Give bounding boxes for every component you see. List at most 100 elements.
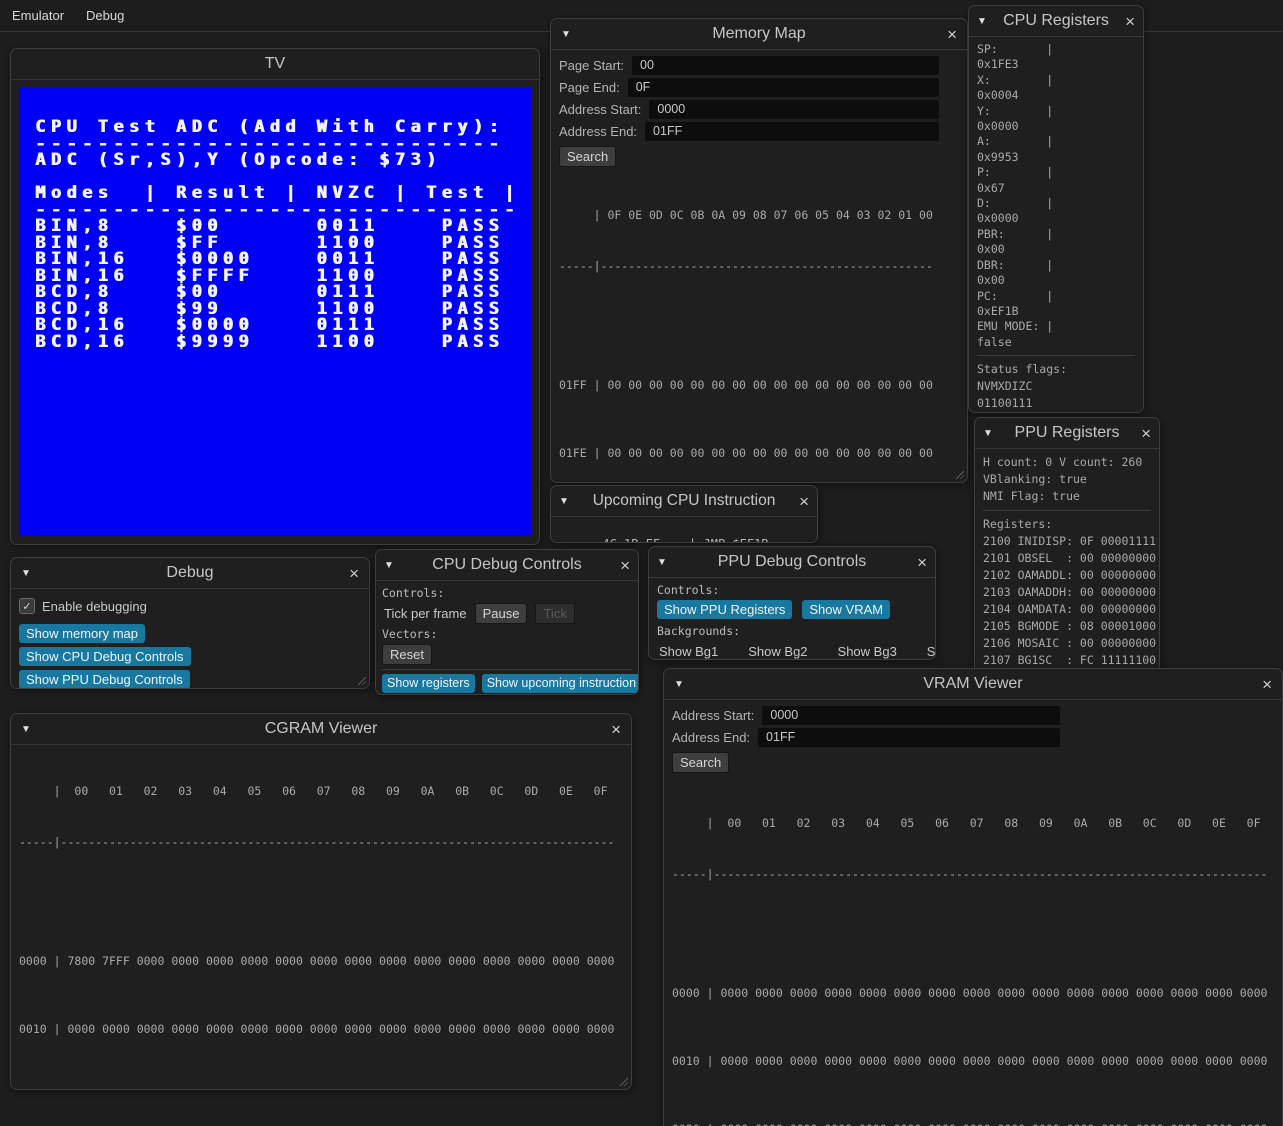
address-input[interactable]: 0000 bbox=[762, 706, 1060, 725]
window-title: VRAM Viewer bbox=[664, 675, 1282, 693]
memory-map-titlebar: ▼ Memory Map × bbox=[551, 19, 967, 50]
check-icon: ✓ bbox=[22, 600, 31, 613]
registers-heading: Registers: bbox=[983, 516, 1151, 533]
show-bg-button[interactable]: Show Bg4 bbox=[925, 642, 936, 660]
show-bg-button[interactable]: Show Bg2 bbox=[746, 642, 809, 660]
close-icon[interactable]: × bbox=[1141, 425, 1151, 442]
tv-titlebar: TV bbox=[11, 49, 539, 80]
show-window-button[interactable]: Show VRAM bbox=[802, 600, 890, 619]
vectors-heading: Vectors: bbox=[382, 626, 632, 642]
collapse-icon[interactable]: ▼ bbox=[384, 560, 394, 571]
show-window-button[interactable]: Show memory map bbox=[19, 624, 145, 643]
tick-button[interactable]: Tick bbox=[535, 603, 574, 624]
ppu-register-row: 2107 BG1SC : FC 11111100 bbox=[983, 652, 1151, 669]
close-icon[interactable]: × bbox=[349, 565, 359, 582]
collapse-icon[interactable]: ▼ bbox=[674, 679, 684, 690]
window-title: CGRAM Viewer bbox=[11, 720, 631, 738]
address-input[interactable]: 01FF bbox=[645, 122, 939, 141]
show-window-button[interactable]: Show CPU Debug Controls bbox=[19, 647, 191, 666]
field-label: Page End: bbox=[559, 80, 620, 95]
close-icon[interactable]: × bbox=[620, 557, 630, 574]
cpu-debug-controls-titlebar: ▼ CPU Debug Controls × bbox=[376, 550, 638, 581]
register-row: A:| 0x9953 bbox=[977, 134, 1135, 165]
close-icon[interactable]: × bbox=[917, 554, 927, 571]
table-row: 0010|0000 0000 0000 0000 0000 0000 0000 … bbox=[19, 1021, 623, 1038]
collapse-icon[interactable]: ▼ bbox=[559, 496, 569, 507]
register-row: D:| 0x0000 bbox=[977, 196, 1135, 227]
cgram-viewer-window: ▼ CGRAM Viewer × | 00 01 02 03 04 05 06 … bbox=[10, 713, 632, 1090]
show-bg-button[interactable]: Show Bg1 bbox=[657, 642, 720, 660]
ppu-register-row: 2106 MOSAIC : 00 00000000 bbox=[983, 635, 1151, 652]
backgrounds-heading: Backgrounds: bbox=[657, 623, 927, 639]
register-row: X:| 0x0004 bbox=[977, 73, 1135, 104]
address-input[interactable]: 0000 bbox=[649, 100, 939, 119]
status-flags-names: NVMXDIZC bbox=[977, 378, 1135, 395]
checkbox-label: Enable debugging bbox=[42, 599, 147, 614]
vram-viewer-window: ▼ VRAM Viewer × Address Start: 0000 Addr… bbox=[663, 668, 1283, 1126]
address-input[interactable]: 00 bbox=[632, 56, 939, 75]
table-row: 0020|0000 0000 0000 0000 0000 0000 0000 … bbox=[672, 1121, 1274, 1126]
address-input[interactable]: 0F bbox=[628, 78, 939, 97]
cpu-registers-titlebar: ▼ CPU Registers × bbox=[969, 6, 1143, 37]
ppu-register-row: 2104 OAMDATA: 00 00000000 bbox=[983, 601, 1151, 618]
window-title: CPU Debug Controls bbox=[376, 556, 638, 574]
reset-button[interactable]: Reset bbox=[382, 644, 432, 665]
emulator-app: Emulator Debug TV CPU Test ADC (Add With … bbox=[0, 0, 1283, 1126]
close-icon[interactable]: × bbox=[947, 26, 957, 43]
register-row: P:| 0x67 bbox=[977, 165, 1135, 196]
table-row: 01FF|00 00 00 00 00 00 00 00 00 00 00 00… bbox=[559, 377, 939, 394]
field-label: Address Start: bbox=[559, 102, 641, 117]
ppu-register-row: 2103 OAMADDH: 00 00000000 bbox=[983, 584, 1151, 601]
form-field: Address End: 01FF bbox=[672, 728, 1060, 747]
register-value: 0x00 bbox=[977, 273, 1135, 288]
table-row: 0000|7800 7FFF 0000 0000 0000 0000 0000 … bbox=[19, 953, 623, 970]
ppu-info-line: NMI Flag: true bbox=[983, 488, 1151, 505]
collapse-icon[interactable]: ▼ bbox=[21, 568, 31, 579]
field-label: Address End: bbox=[559, 124, 637, 139]
collapse-icon[interactable]: ▼ bbox=[561, 29, 571, 40]
ppu-registers-titlebar: ▼ PPU Registers × bbox=[975, 418, 1159, 449]
show-window-button[interactable]: Show PPU Registers bbox=[657, 600, 792, 619]
divider bbox=[983, 510, 1151, 511]
table-row: 01FE|00 00 00 00 00 00 00 00 00 00 00 00… bbox=[559, 445, 939, 462]
enable-debugging-checkbox[interactable]: ✓ bbox=[19, 598, 35, 614]
register-value: 0x9953 bbox=[977, 150, 1135, 165]
tv-window: TV CPU Test ADC (Add With Carry): ------… bbox=[10, 48, 540, 545]
controls-heading: Controls: bbox=[657, 582, 927, 598]
show-window-button[interactable]: Show PPU Debug Controls bbox=[19, 670, 190, 689]
show-bg-button[interactable]: Show Bg3 bbox=[836, 642, 899, 660]
close-icon[interactable]: × bbox=[611, 721, 621, 738]
menu-item[interactable]: Emulator bbox=[12, 8, 64, 23]
register-value: 0xEF1B bbox=[977, 304, 1135, 319]
close-icon[interactable]: × bbox=[799, 493, 809, 510]
tick-per-frame-label: Tick per frame bbox=[384, 606, 467, 621]
address-input[interactable]: 01FF bbox=[758, 728, 1060, 747]
window-title: PPU Registers bbox=[975, 424, 1159, 442]
form-field: Page End: 0F bbox=[559, 78, 939, 97]
show-registers-button[interactable]: Show registers bbox=[382, 674, 475, 693]
close-icon[interactable]: × bbox=[1125, 13, 1135, 30]
register-value: 0x0000 bbox=[977, 211, 1135, 226]
debug-titlebar: ▼ Debug × bbox=[11, 558, 369, 589]
window-title: CPU Registers bbox=[969, 12, 1143, 30]
register-row: PBR:| 0x00 bbox=[977, 227, 1135, 258]
field-label: Page Start: bbox=[559, 58, 624, 73]
pause-button[interactable]: Pause bbox=[475, 603, 528, 624]
register-row: SP:| 0x1FE3 bbox=[977, 42, 1135, 73]
search-button[interactable]: Search bbox=[672, 752, 729, 773]
search-button[interactable]: Search bbox=[559, 146, 616, 167]
collapse-icon[interactable]: ▼ bbox=[983, 428, 993, 439]
tv-screen: CPU Test ADC (Add With Carry): ---------… bbox=[19, 87, 531, 536]
collapse-icon[interactable]: ▼ bbox=[21, 724, 31, 735]
ppu-register-row: 2102 OAMADDL: 00 00000000 bbox=[983, 567, 1151, 584]
collapse-icon[interactable]: ▼ bbox=[657, 557, 667, 568]
ppu-register-row: 2105 BGMODE : 08 00001000 bbox=[983, 618, 1151, 635]
close-icon[interactable]: × bbox=[1262, 676, 1272, 693]
divider bbox=[977, 355, 1135, 356]
collapse-icon[interactable]: ▼ bbox=[977, 16, 987, 27]
cgram-table: | 00 01 02 03 04 05 06 07 08 09 0A 0B 0C… bbox=[19, 749, 623, 1090]
window-title: Upcoming CPU Instruction bbox=[551, 492, 817, 510]
menu-item[interactable]: Debug bbox=[86, 8, 124, 23]
show-upcoming-instruction-button[interactable]: Show upcoming instruction bbox=[482, 674, 639, 693]
table-header-row: | 00 01 02 03 04 05 06 07 08 09 0A 0B 0C… bbox=[672, 815, 1274, 832]
